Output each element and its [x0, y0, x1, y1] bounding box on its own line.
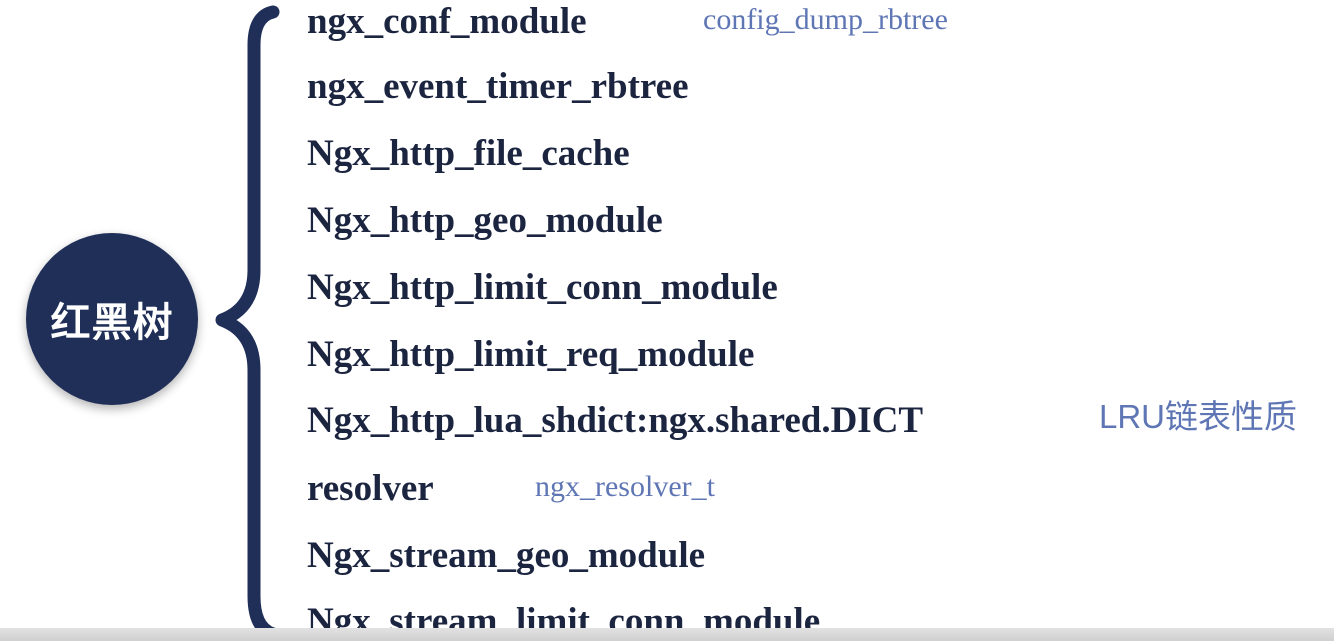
curly-brace	[215, 5, 280, 641]
note-config-dump-rbtree: config_dump_rbtree	[703, 3, 948, 36]
note-lru-list: LRU链表性质	[1099, 398, 1298, 435]
note-ngx-resolver-t: ngx_resolver_t	[535, 470, 715, 503]
list-item-ngx-http-geo-module: Ngx_http_geo_module	[307, 200, 663, 241]
bottom-bar	[0, 628, 1334, 641]
list-item-ngx-stream-geo-module: Ngx_stream_geo_module	[307, 535, 706, 576]
list-item-resolver: resolver	[307, 468, 434, 509]
list-item-ngx-http-lua-shdict: Ngx_http_lua_shdict:ngx.shared.DICT	[307, 400, 924, 441]
list-item-ngx-conf-module: ngx_conf_module	[307, 1, 587, 42]
center-node: 红黑树	[26, 233, 198, 405]
list-item-ngx-http-file-cache: Ngx_http_file_cache	[307, 133, 630, 174]
list-item-ngx-http-limit-req-module: Ngx_http_limit_req_module	[307, 334, 755, 375]
center-node-label: 红黑树	[50, 300, 174, 346]
list-item-ngx-event-timer-rbtree: ngx_event_timer_rbtree	[307, 66, 689, 107]
list-item-ngx-http-limit-conn-module: Ngx_http_limit_conn_module	[307, 267, 778, 308]
